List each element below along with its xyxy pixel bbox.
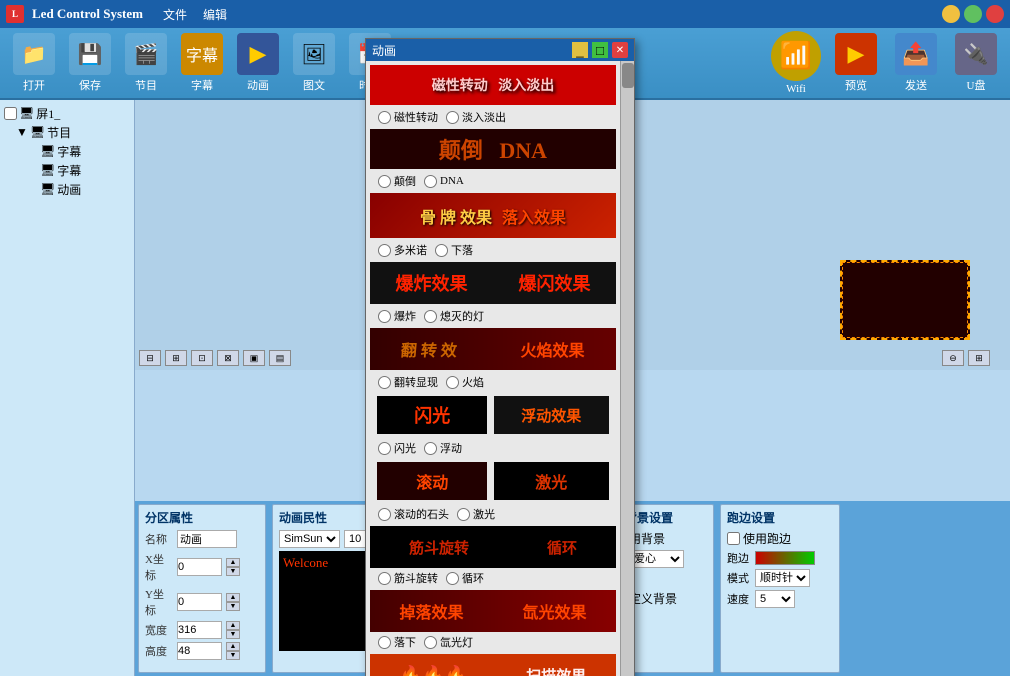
effect-radio-flash[interactable]: 熄灭的灯 bbox=[424, 308, 484, 324]
radio-roll[interactable] bbox=[378, 508, 391, 521]
radio-float[interactable] bbox=[424, 442, 437, 455]
effect-banner-9: 掉落效果氙光效果 bbox=[370, 590, 616, 632]
effect-options-6: 闪光 浮动 bbox=[370, 438, 616, 458]
effect-banner-4: 爆炸效果爆闪效果 bbox=[370, 262, 616, 304]
effect-group-5: 翻 转 效 火焰效果 翻转显现 火焰 bbox=[370, 328, 616, 392]
effect-banner-1: 磁性转动 淡入淡出 bbox=[370, 65, 616, 105]
effect-radio-flip[interactable]: 颠倒 bbox=[378, 173, 416, 189]
effect-options-7: 滚动的石头 激光 bbox=[370, 504, 616, 524]
radio-loop[interactable] bbox=[446, 572, 459, 585]
effect-radio-domino[interactable]: 多米诺 bbox=[378, 242, 427, 258]
effect-banner-3: 骨 牌 效果 落入效果 bbox=[370, 193, 616, 238]
scrollbar-thumb[interactable] bbox=[622, 63, 634, 88]
effect-radio-fall[interactable]: 下落 bbox=[435, 242, 473, 258]
popup-title: 动画 bbox=[372, 42, 396, 59]
popup-close[interactable]: ✕ bbox=[612, 42, 628, 58]
radio-blink[interactable] bbox=[378, 442, 391, 455]
effect-group-3: 骨 牌 效果 落入效果 多米诺 下落 bbox=[370, 193, 616, 260]
effect-radio-loop[interactable]: 循环 bbox=[446, 570, 484, 586]
popup-scrollbar[interactable] bbox=[620, 61, 634, 676]
radio-laser[interactable] bbox=[457, 508, 470, 521]
effect-banner-5: 翻 转 效 火焰效果 bbox=[370, 328, 616, 370]
effect-radio-explode[interactable]: 爆炸 bbox=[378, 308, 416, 324]
effect-radio-magnetic[interactable]: 磁性转动 bbox=[378, 109, 438, 125]
radio-magnetic[interactable] bbox=[378, 111, 391, 124]
radio-domino[interactable] bbox=[378, 244, 391, 257]
popup-content: 磁性转动 淡入淡出 磁性转动 淡入淡出 颠倒 DNA bbox=[366, 61, 634, 676]
radio-flip[interactable] bbox=[378, 175, 391, 188]
radio-explode[interactable] bbox=[378, 310, 391, 323]
radio-rotate[interactable] bbox=[378, 376, 391, 389]
effect-group-6: 闪光 浮动效果 闪光 浮动 bbox=[370, 394, 616, 458]
effect-options-8: 筋斗旋转 循环 bbox=[370, 568, 616, 588]
radio-drop[interactable] bbox=[378, 636, 391, 649]
effect-options-3: 多米诺 下落 bbox=[370, 240, 616, 260]
effect-radio-fade[interactable]: 淡入淡出 bbox=[446, 109, 506, 125]
effect-group-7: 滚动 激光 滚动的石头 激光 bbox=[370, 460, 616, 524]
popup-body[interactable]: 磁性转动 淡入淡出 磁性转动 淡入淡出 颠倒 DNA bbox=[366, 61, 620, 676]
radio-somersault[interactable] bbox=[378, 572, 391, 585]
popup-window-controls: _ □ ✕ bbox=[572, 42, 628, 58]
effect-radio-dna[interactable]: DNA bbox=[424, 173, 464, 189]
effect-group-8: 筋斗旋转循环 筋斗旋转 循环 bbox=[370, 526, 616, 588]
effect-banner-7: 滚动 激光 bbox=[370, 460, 616, 502]
effect-options-9: 落下 氙光灯 bbox=[370, 632, 616, 652]
effect-banner-10: 🔥🔥🔥扫描效果 bbox=[370, 654, 616, 676]
effect-radio-drop[interactable]: 落下 bbox=[378, 634, 416, 650]
effect-group-10: 🔥🔥🔥扫描效果 Nimbus 光学扫描 bbox=[370, 654, 616, 676]
effect-radio-xenon[interactable]: 氙光灯 bbox=[424, 634, 473, 650]
effect-options-2: 颠倒 DNA bbox=[370, 171, 616, 191]
effect-group-2: 颠倒 DNA 颠倒 DNA bbox=[370, 129, 616, 191]
radio-flash[interactable] bbox=[424, 310, 437, 323]
effect-options-4: 爆炸 熄灭的灯 bbox=[370, 306, 616, 326]
radio-fire[interactable] bbox=[446, 376, 459, 389]
effect-radio-rotate[interactable]: 翻转显现 bbox=[378, 374, 438, 390]
radio-dna[interactable] bbox=[424, 175, 437, 188]
radio-xenon[interactable] bbox=[424, 636, 437, 649]
effect-radio-roll[interactable]: 滚动的石头 bbox=[378, 506, 449, 522]
effect-options-5: 翻转显现 火焰 bbox=[370, 372, 616, 392]
popup-overlay: 动画 _ □ ✕ 磁性转动 淡入淡出 磁性转动 bbox=[0, 0, 1010, 676]
effect-banner-6: 闪光 浮动效果 bbox=[370, 394, 616, 436]
popup-titlebar: 动画 _ □ ✕ bbox=[366, 39, 634, 61]
effect-radio-blink[interactable]: 闪光 bbox=[378, 440, 416, 456]
effect-group-9: 掉落效果氙光效果 落下 氙光灯 bbox=[370, 590, 616, 652]
effect-banner-2: 颠倒 DNA bbox=[370, 129, 616, 169]
effect-banner-8: 筋斗旋转循环 bbox=[370, 526, 616, 568]
popup-maximize[interactable]: □ bbox=[592, 42, 608, 58]
effect-radio-laser[interactable]: 激光 bbox=[457, 506, 495, 522]
effect-options-1: 磁性转动 淡入淡出 bbox=[370, 107, 616, 127]
effect-radio-somersault[interactable]: 筋斗旋转 bbox=[378, 570, 438, 586]
radio-fall[interactable] bbox=[435, 244, 448, 257]
effect-radio-fire[interactable]: 火焰 bbox=[446, 374, 484, 390]
popup-minimize[interactable]: _ bbox=[572, 42, 588, 58]
effect-group-1: 磁性转动 淡入淡出 磁性转动 淡入淡出 bbox=[370, 65, 616, 127]
radio-fade[interactable] bbox=[446, 111, 459, 124]
popup-dialog: 动画 _ □ ✕ 磁性转动 淡入淡出 磁性转动 bbox=[365, 38, 635, 676]
effect-group-4: 爆炸效果爆闪效果 爆炸 熄灭的灯 bbox=[370, 262, 616, 326]
effect-radio-float[interactable]: 浮动 bbox=[424, 440, 462, 456]
